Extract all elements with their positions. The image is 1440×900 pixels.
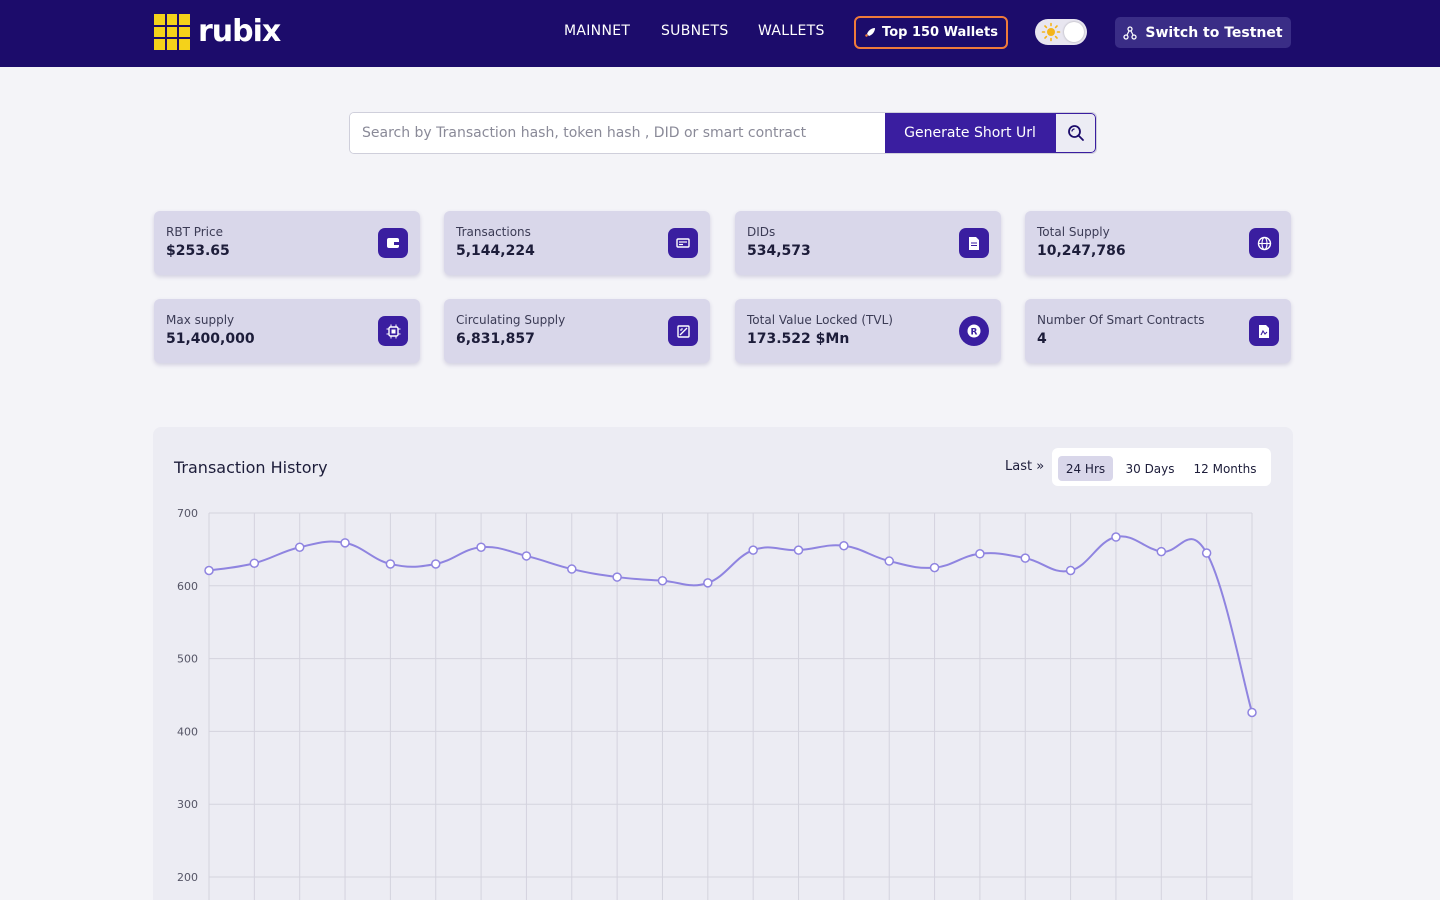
data-point [340,538,350,548]
data-point [521,551,532,561]
data-point [929,562,940,573]
y-tick-label: 700 [177,507,198,520]
data-point [1020,553,1031,563]
data-point [204,565,214,576]
data-point [975,549,985,559]
series-line [208,535,1253,713]
data-point [703,578,713,588]
data-point [748,545,758,555]
data-point [567,564,577,574]
y-tick-label: 200 [177,871,198,884]
data-point [793,545,804,555]
y-tick-label: 500 [177,653,198,666]
data-point [884,556,894,566]
data-point [1065,565,1076,576]
data-point [1201,548,1212,558]
data-point [612,572,622,582]
transaction-history-chart: 700 600 500 400 300 200 [177,507,1257,900]
data-point [476,542,486,552]
y-tick-label: 600 [177,580,198,593]
data-point [1156,546,1167,557]
data-point [294,542,305,552]
data-point [1111,532,1121,542]
data-point [657,575,668,586]
data-point [1247,707,1257,718]
data-point [385,559,396,569]
y-tick-label: 400 [177,725,198,738]
data-point [839,541,849,551]
data-point [249,558,260,568]
data-point [430,559,441,569]
y-tick-label: 300 [177,798,198,811]
